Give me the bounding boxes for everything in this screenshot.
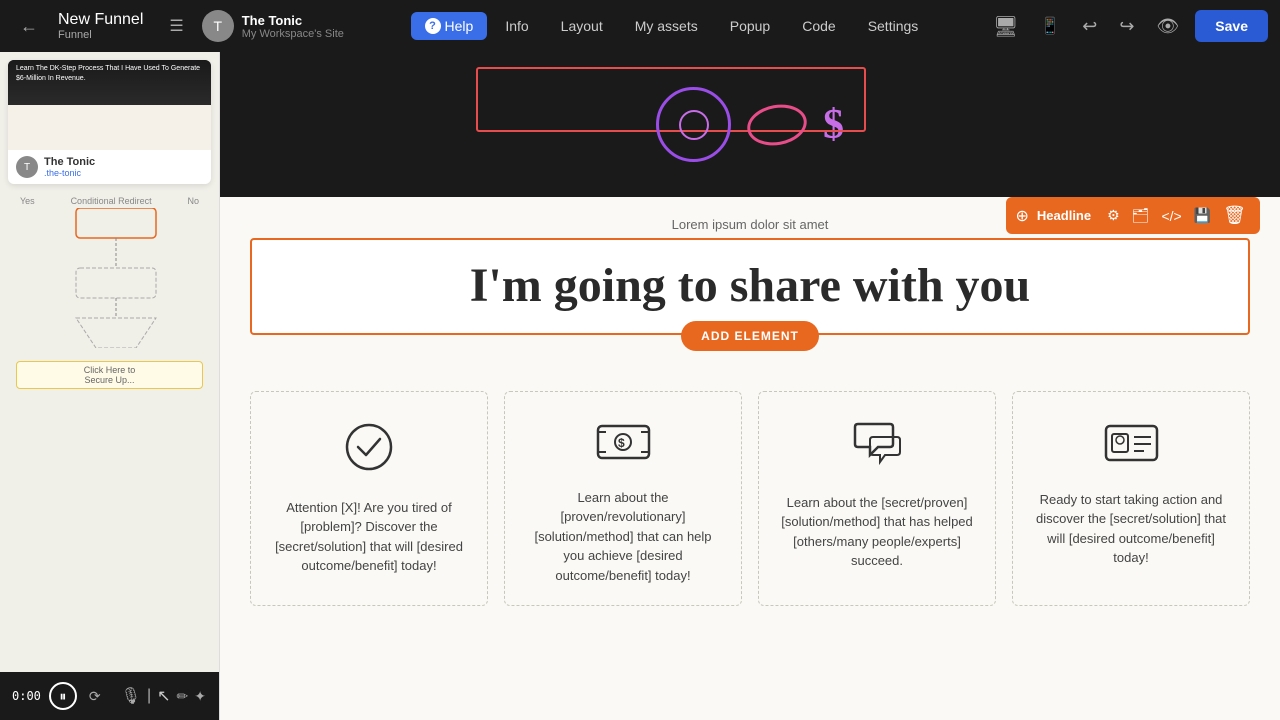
canvas-dark-top: $ <box>220 52 1280 197</box>
feature-card-3: Learn about the [secret/proven] [solutio… <box>758 391 996 607</box>
settings-icon[interactable]: ⚙ <box>1103 205 1124 226</box>
project-info: New Funnel Funnel <box>58 11 143 41</box>
main-headline-text: I'm going to share with you <box>272 260 1228 313</box>
feature-text-1: Attention [X]! Are you tired of [problem… <box>271 498 467 576</box>
workspace-info: T The Tonic My Workspace's Site <box>202 10 344 42</box>
workspace-site: My Workspace's Site <box>242 28 344 40</box>
main-layout: Learn The DK-Step Process That I Have Us… <box>0 52 1280 720</box>
funnel-preview: Learn The DK-Step Process That I Have Us… <box>0 52 219 720</box>
headline-toolbar: ⊕ Headline ⚙ 🗂 </> 💾 🗑 <box>1006 197 1260 234</box>
tab-help[interactable]: ? Help <box>411 12 488 40</box>
pause-button[interactable]: ⏸ <box>49 682 77 710</box>
delete-icon[interactable]: 🗑 <box>1219 203 1250 228</box>
back-button[interactable]: ← <box>12 12 46 41</box>
feature-text-2: Learn about the [proven/revolutionary] [… <box>525 488 721 586</box>
tab-info[interactable]: Info <box>491 12 542 40</box>
undo-button[interactable]: ↩ <box>1076 12 1103 41</box>
help-icon: ? <box>425 18 441 34</box>
feature-card-2: $ Learn about the [proven/revolutionary]… <box>504 391 742 607</box>
tab-popup[interactable]: Popup <box>716 12 784 40</box>
funnel-flow-svg <box>16 208 211 348</box>
code-icon[interactable]: </> <box>1157 206 1185 226</box>
feature-icon-4 <box>1033 422 1229 474</box>
svg-text:$: $ <box>618 436 625 450</box>
feature-icon-1 <box>271 422 467 482</box>
flow-yes-label: Yes <box>20 196 35 206</box>
funnel-flow-area: Yes Conditional Redirect No <box>8 192 211 449</box>
mobile-view-button[interactable]: 📱 <box>1034 12 1066 40</box>
project-name: New Funnel <box>58 11 143 29</box>
separator1: | <box>147 687 151 705</box>
cursor-tool[interactable]: ↖ <box>157 686 170 706</box>
drawing-tools: 🎙 | ↖ ✏ ✦ <box>121 686 206 706</box>
feature-cards: Attention [X]! Are you tired of [problem… <box>250 391 1250 607</box>
funnel-card[interactable]: Learn The DK-Step Process That I Have Us… <box>8 60 211 184</box>
feature-icon-2: $ <box>525 422 721 472</box>
flow-conditional-label: Conditional Redirect <box>71 196 152 206</box>
funnel-card-image: Learn The DK-Step Process That I Have Us… <box>8 60 211 150</box>
feature-text-3: Learn about the [secret/proven] [solutio… <box>779 493 975 571</box>
hamburger-button[interactable]: ☰ <box>163 12 189 40</box>
project-type: Funnel <box>58 29 143 41</box>
redo-button[interactable]: ↪ <box>1113 12 1140 41</box>
left-sidebar: Learn The DK-Step Process That I Have Us… <box>0 52 220 720</box>
preview-button[interactable]: 👁 <box>1150 12 1185 41</box>
workspace-name: The Tonic <box>242 13 344 28</box>
tab-help-label: Help <box>445 18 474 34</box>
desktop-view-button[interactable]: 🖥 <box>987 10 1024 43</box>
erase-tool[interactable]: ✦ <box>194 688 206 705</box>
loop-button[interactable]: ⟳ <box>85 684 105 709</box>
tab-settings[interactable]: Settings <box>854 12 933 40</box>
save-element-icon[interactable]: 💾 <box>1190 205 1215 226</box>
canvas-content: ⊕ Headline ⚙ 🗂 </> 💾 🗑 Lorem ipsum dolor… <box>220 197 1280 720</box>
feature-text-4: Ready to start taking action and discove… <box>1033 490 1229 568</box>
hero-circle-left <box>656 87 731 162</box>
pen-tool[interactable]: ✏ <box>177 688 189 705</box>
tab-my-assets[interactable]: My assets <box>621 12 712 40</box>
bottom-video-bar: 0:00 ⏸ ⟳ 🎙 | ↖ ✏ ✦ <box>0 672 219 720</box>
hero-area: $ <box>656 87 844 162</box>
feature-icon-3 <box>779 422 975 477</box>
canvas-area[interactable]: $ ⊕ Headline ⚙ 🗂 </> 💾 🗑 Lorem ipsum dol… <box>220 52 1280 720</box>
top-navigation: ← New Funnel Funnel ☰ T The Tonic My Wor… <box>0 0 1280 52</box>
funnel-card-avatar: T <box>16 156 38 178</box>
funnel-card-text: Learn The DK-Step Process That I Have Us… <box>16 64 203 84</box>
nav-right-controls: 🖥 📱 ↩ ↪ 👁 Save <box>987 10 1268 43</box>
feature-card-4: Ready to start taking action and discove… <box>1012 391 1250 607</box>
tab-layout[interactable]: Layout <box>547 12 617 40</box>
layers-icon[interactable]: 🗂 <box>1128 205 1154 226</box>
popup-indicator: Click Here toSecure Up... <box>16 361 203 389</box>
workspace-avatar: T <box>202 10 234 42</box>
add-element-button[interactable]: ADD ELEMENT <box>681 321 819 351</box>
flow-no-label: No <box>187 196 199 206</box>
move-icon: ⊕ <box>1016 206 1029 226</box>
save-button[interactable]: Save <box>1195 10 1268 42</box>
tab-code[interactable]: Code <box>788 12 849 40</box>
nav-tabs: ? Help Info Layout My assets Popup Code … <box>368 12 975 40</box>
time-display: 0:00 <box>12 689 41 703</box>
funnel-card-footer: T The Tonic .the-tonic <box>8 150 211 184</box>
feature-card-1: Attention [X]! Are you tired of [problem… <box>250 391 488 607</box>
mic-button[interactable]: 🎙 <box>121 686 141 706</box>
